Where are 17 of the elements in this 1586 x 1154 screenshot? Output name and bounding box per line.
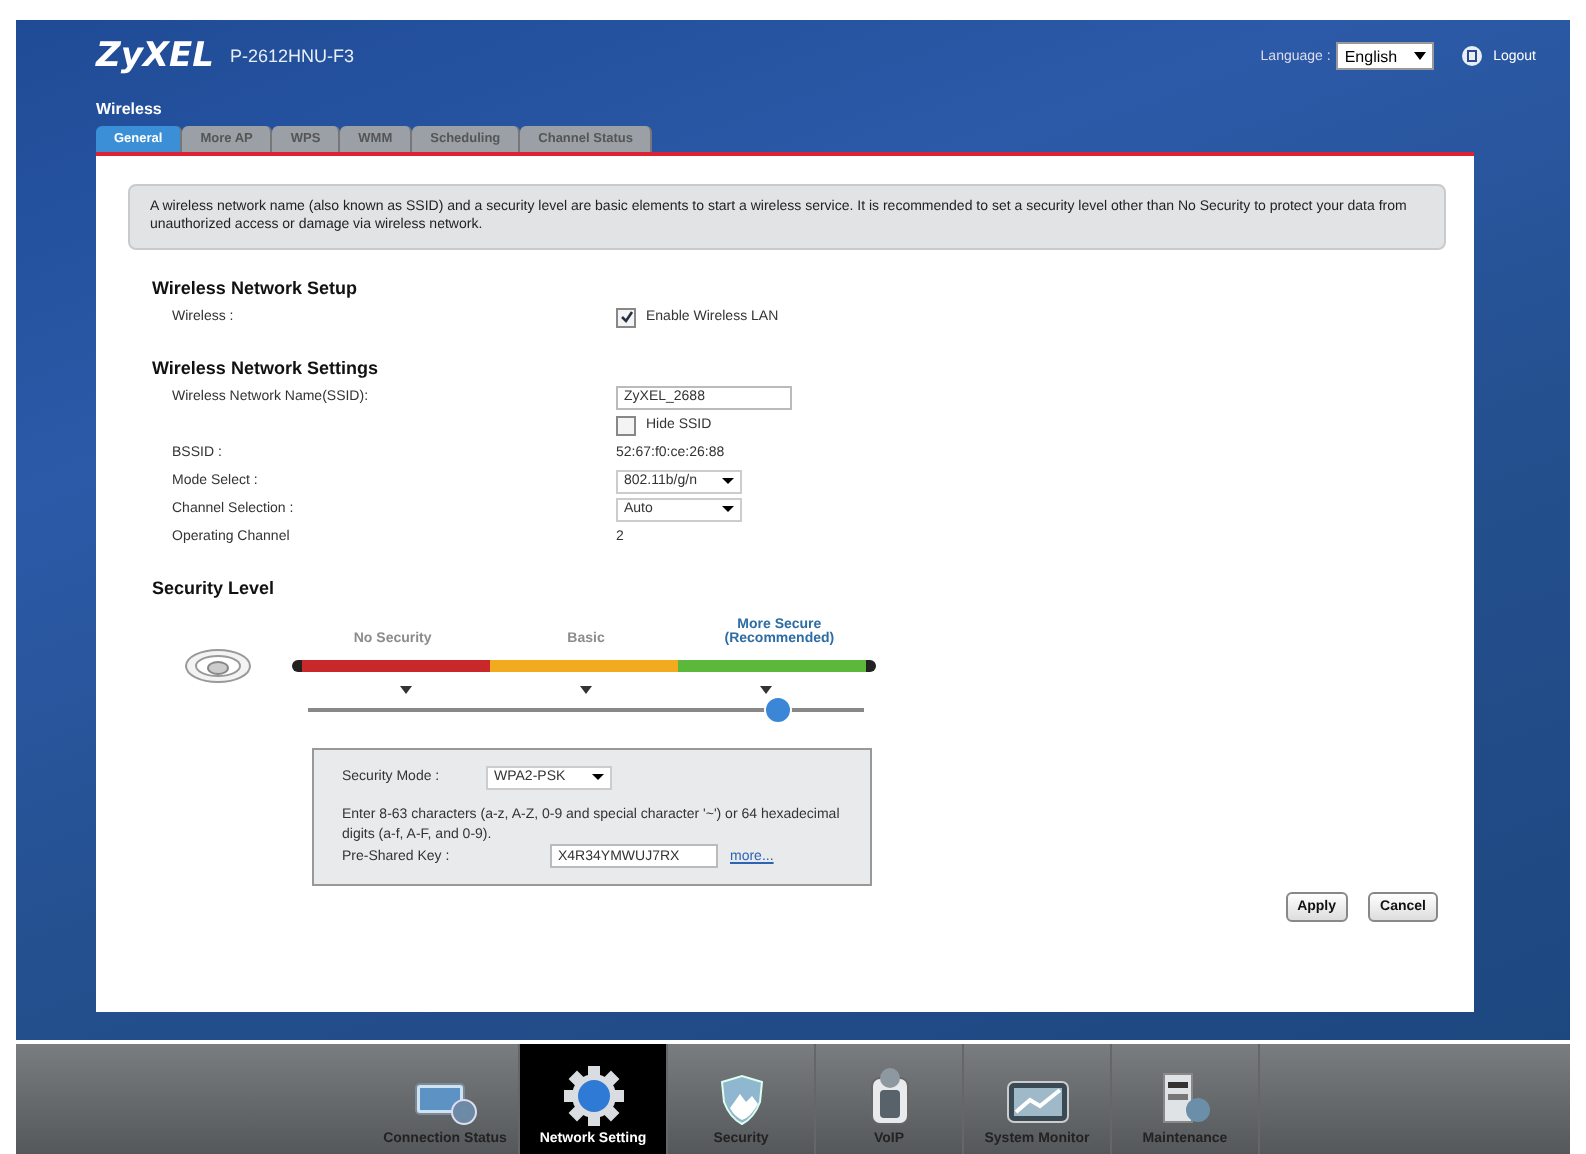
wireless-router-icon [184, 645, 252, 686]
logo: ZyXEL [96, 36, 214, 76]
checkbox[interactable] [616, 307, 636, 328]
section-title: Wireless Network Settings [152, 357, 380, 378]
logout-icon [1461, 46, 1482, 66]
page-title: Wireless [96, 100, 164, 118]
monitor-icon [411, 1078, 479, 1126]
model-name: P-2612HNU-F3 [229, 46, 354, 66]
shield-icon [715, 1074, 767, 1126]
toolbox-icon [1159, 1070, 1211, 1126]
phone-icon [867, 1066, 911, 1126]
section-title: Security Level [152, 577, 277, 598]
checkbox[interactable] [616, 415, 636, 436]
slider-thumb[interactable] [763, 695, 792, 724]
chart-icon [1005, 1078, 1069, 1126]
section-title: Wireless Network Setup [152, 277, 359, 298]
language-select[interactable]: English [1336, 42, 1434, 70]
